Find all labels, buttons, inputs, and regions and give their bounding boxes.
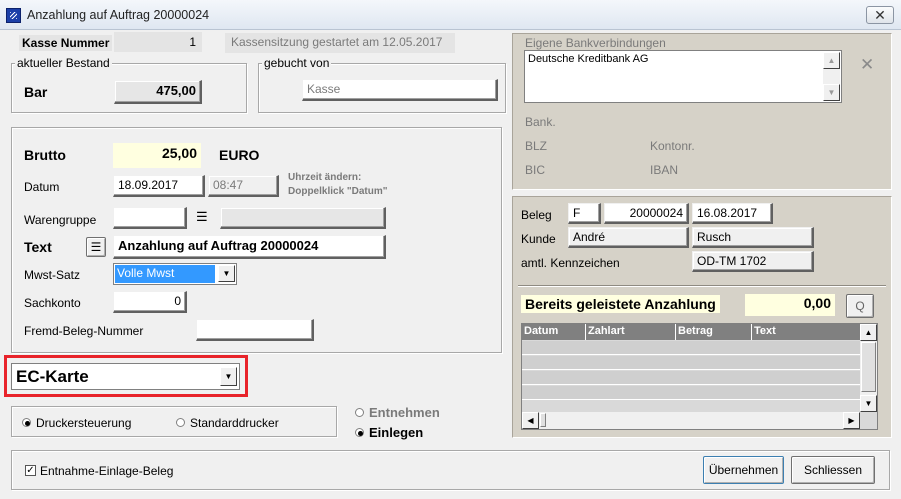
- scroll-up-icon[interactable]: ▲: [823, 52, 840, 69]
- uebernehmen-button[interactable]: Übernehmen: [703, 456, 784, 484]
- divider: [518, 285, 886, 286]
- bank-group-label: Eigene Bankverbindungen: [525, 36, 666, 50]
- kunde-last-name: Rusch: [692, 227, 814, 248]
- warengruppe-description: [220, 207, 386, 229]
- warengruppe-input[interactable]: [113, 207, 187, 229]
- printer-option-2-label: Standarddrucker: [190, 416, 279, 430]
- bank-list-scrollbar[interactable]: ▲ ▼: [823, 52, 840, 101]
- kennzeichen-value: OD-TM 1702: [692, 251, 814, 272]
- app-icon: [6, 8, 21, 23]
- beleg-label: Beleg: [521, 208, 552, 222]
- kunde-first-name: André: [568, 227, 689, 248]
- beleg-number: 20000024: [604, 203, 689, 224]
- schliessen-button[interactable]: Schliessen: [791, 456, 875, 484]
- kunde-label: Kunde: [521, 232, 556, 246]
- scroll-left-icon[interactable]: ◀: [522, 412, 539, 429]
- printer-option-1-label: Druckersteuerung: [36, 416, 132, 430]
- anzahlung-label: Bereits geleistete Anzahlung: [521, 295, 720, 313]
- grid-column-betrag[interactable]: Betrag: [678, 325, 713, 337]
- mwst-selected-value: Volle Mwst: [115, 265, 215, 283]
- anzahlung-value: 0,00: [745, 294, 835, 316]
- scroll-down-icon[interactable]: ▼: [823, 84, 840, 101]
- mode-option-1-label: Entnehmen: [369, 405, 440, 420]
- datum-input[interactable]: 18.09.2017: [113, 175, 205, 197]
- printer-option-druckersteuerung[interactable]: [22, 418, 31, 427]
- text-list-button[interactable]: ☰: [86, 237, 106, 257]
- session-text: Kassensitzung gestartet am 12.05.2017: [225, 33, 455, 53]
- mode-option-einlegen[interactable]: [355, 428, 364, 437]
- time-hint-2: Doppelklick "Datum": [288, 186, 388, 197]
- entnahme-beleg-checkbox[interactable]: ✓: [25, 465, 36, 476]
- bank-list[interactable]: Deutsche Kreditbank AG ▲ ▼: [524, 50, 842, 103]
- scroll-right-icon[interactable]: ▶: [843, 412, 860, 429]
- kasse-number-box: 1: [114, 32, 202, 52]
- chevron-down-icon[interactable]: ▼: [220, 367, 237, 386]
- beleg-type: F: [568, 203, 601, 224]
- sachkonto-label: Sachkonto: [24, 296, 81, 310]
- check-icon: ✓: [26, 465, 35, 476]
- entnahme-beleg-label: Entnahme-Einlage-Beleg: [40, 464, 174, 478]
- table-row[interactable]: [522, 371, 860, 385]
- text-label: Text: [24, 239, 52, 255]
- printer-option-standarddrucker[interactable]: [176, 418, 185, 427]
- datum-label: Datum: [24, 180, 60, 194]
- bic-label: BIC: [525, 163, 546, 177]
- scroll-up-icon[interactable]: ▲: [860, 324, 877, 341]
- bank-list-item[interactable]: Deutsche Kreditbank AG: [528, 53, 648, 65]
- column-separator: [751, 324, 752, 340]
- text-input[interactable]: Anzahlung auf Auftrag 20000024: [113, 235, 386, 259]
- grid-horizontal-scrollbar[interactable]: ◀ ▶: [522, 412, 860, 429]
- column-separator: [675, 324, 676, 340]
- scroll-down-icon[interactable]: ▼: [860, 395, 877, 412]
- sachkonto-input[interactable]: 0: [113, 291, 187, 313]
- grid-header: Datum Zahlart Betrag Text: [522, 324, 860, 340]
- table-row[interactable]: [522, 386, 860, 400]
- bar-value: 475,00: [114, 80, 202, 104]
- fremd-beleg-label: Fremd-Beleg-Nummer: [24, 324, 144, 338]
- column-separator: [585, 324, 586, 340]
- warengruppe-list-icon[interactable]: ☰: [196, 209, 208, 225]
- kasse-label: Kasse Nummer: [19, 35, 113, 51]
- kennzeichen-label: amtl. Kennzeichen: [521, 256, 620, 270]
- kasse-number: 1: [189, 35, 196, 49]
- list-icon: ☰: [90, 240, 102, 254]
- title-bar: Anzahlung auf Auftrag 20000024 ✕: [0, 0, 901, 30]
- fremd-beleg-input[interactable]: [196, 319, 314, 341]
- bar-label: Bar: [24, 84, 48, 100]
- scroll-thumb[interactable]: [540, 413, 546, 427]
- mwst-label: Mwst-Satz: [24, 268, 81, 282]
- gebucht-group-label: gebucht von: [262, 56, 332, 70]
- mode-option-entnehmen[interactable]: [355, 408, 364, 417]
- payment-method-select[interactable]: EC-Karte ▼: [11, 363, 240, 390]
- table-row[interactable]: [522, 356, 860, 370]
- scroll-thumb[interactable]: [861, 342, 876, 392]
- close-icon[interactable]: ✕: [860, 55, 874, 75]
- mode-option-2-label: Einlegen: [369, 425, 424, 440]
- beleg-date: 16.08.2017: [692, 203, 773, 224]
- table-row[interactable]: [522, 341, 860, 355]
- bank-label: Bank.: [525, 115, 556, 129]
- grid-column-zahlart[interactable]: Zahlart: [588, 325, 625, 337]
- bestand-group-label: aktueller Bestand: [15, 56, 112, 70]
- grid-vertical-scrollbar[interactable]: ▲ ▼: [860, 324, 877, 412]
- window-close-button[interactable]: ✕: [866, 6, 894, 24]
- kontonr-label: Kontonr.: [650, 139, 695, 153]
- mwst-select[interactable]: Volle Mwst ▼: [113, 263, 237, 285]
- time-input[interactable]: 08:47: [208, 175, 279, 197]
- window-title: Anzahlung auf Auftrag 20000024: [27, 8, 210, 22]
- grid-column-text[interactable]: Text: [754, 325, 776, 337]
- brutto-label: Brutto: [24, 147, 66, 163]
- time-hint-1: Uhrzeit ändern:: [288, 172, 362, 183]
- iban-label: IBAN: [650, 163, 679, 177]
- gebucht-von-field: Kasse: [302, 79, 498, 101]
- warengruppe-label: Warengruppe: [24, 213, 97, 227]
- currency-label: EURO: [219, 147, 260, 163]
- payment-method-value: EC-Karte: [16, 367, 89, 386]
- brutto-input[interactable]: 25,00: [113, 143, 201, 168]
- chevron-down-icon[interactable]: ▼: [218, 265, 235, 282]
- blz-label: BLZ: [525, 139, 548, 153]
- grid-column-datum[interactable]: Datum: [524, 325, 558, 337]
- query-button[interactable]: Q: [846, 294, 874, 318]
- anzahlung-grid[interactable]: Datum Zahlart Betrag Text ▲ ▼ ◀ ▶: [521, 323, 878, 430]
